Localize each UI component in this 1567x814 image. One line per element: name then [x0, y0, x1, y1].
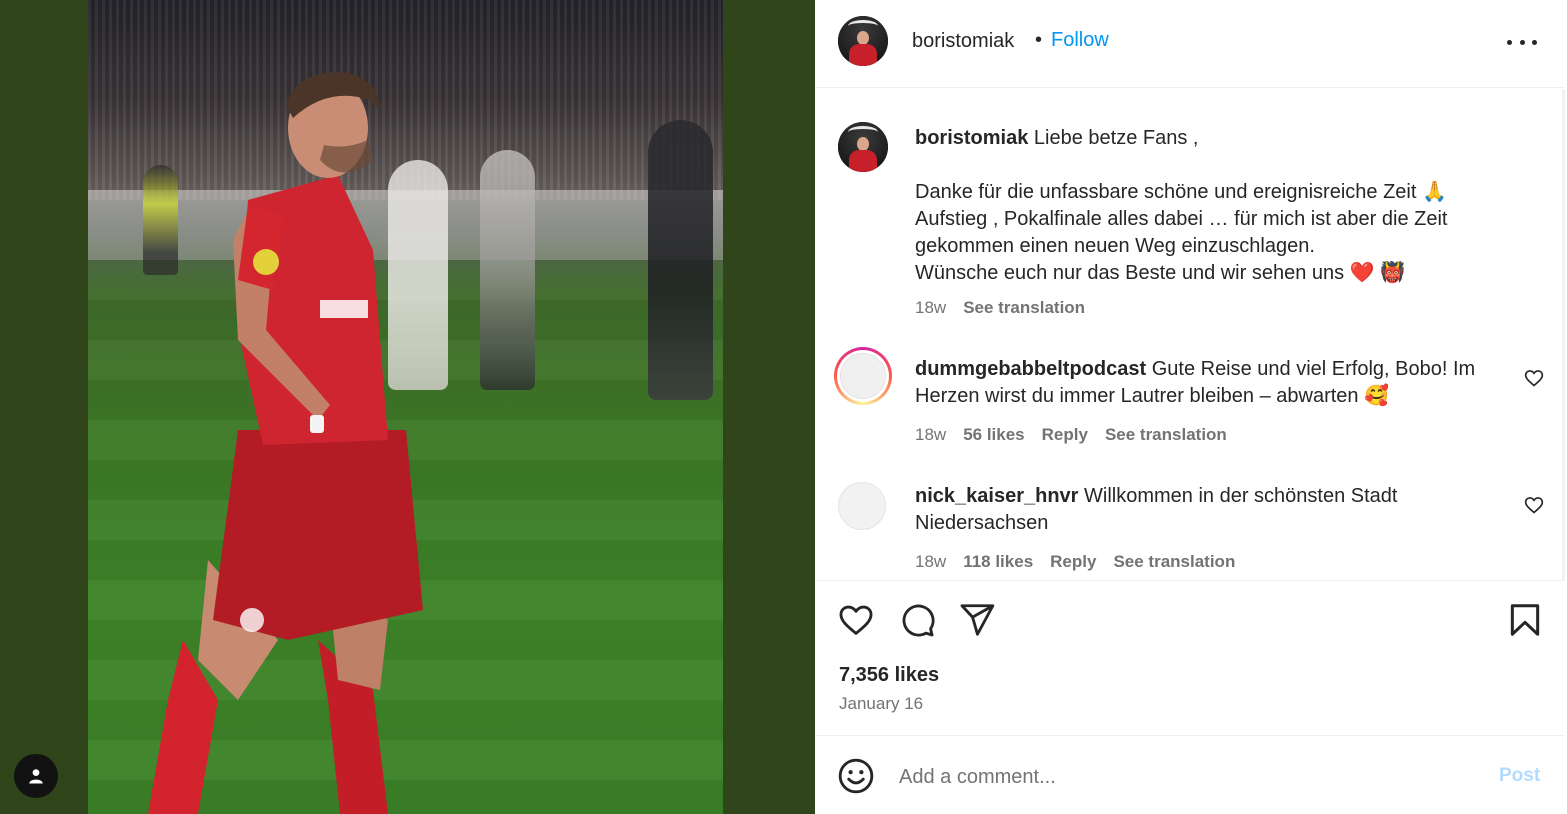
- more-options-icon[interactable]: [1507, 28, 1537, 56]
- share-send-icon[interactable]: [958, 601, 996, 639]
- comment-text-line-2: Herzen wirst du immer Lautrer bleiben – …: [915, 385, 1389, 407]
- caption-username[interactable]: boristomiak: [915, 127, 1028, 149]
- save-bookmark-icon[interactable]: [1506, 601, 1544, 639]
- emoji-smiley-icon[interactable]: [837, 757, 875, 795]
- comment-time[interactable]: 18w: [915, 552, 946, 572]
- comment-see-translation[interactable]: See translation: [1105, 425, 1227, 445]
- caption-line-3: Aufstieg , Pokalfinale alles dabei … für…: [915, 208, 1448, 230]
- post-actions: [815, 580, 1565, 736]
- comment-text-line-1: Gute Reise und viel Erfolg, Bobo! Im: [1151, 358, 1476, 380]
- media-pane: [0, 0, 815, 814]
- caption-meta: 18w See translation: [915, 298, 1085, 318]
- main-player-figure: [148, 71, 423, 814]
- caption-time[interactable]: 18w: [915, 298, 946, 318]
- author-avatar[interactable]: [838, 16, 888, 66]
- follow-button[interactable]: Follow: [1051, 29, 1109, 52]
- comment-meta: 18w 118 likes Reply See translation: [915, 552, 1235, 572]
- comment-reply-button[interactable]: Reply: [1042, 425, 1088, 445]
- author-username[interactable]: boristomiak: [912, 30, 1014, 53]
- comment-time[interactable]: 18w: [915, 425, 946, 445]
- caption-line-5: Wünsche euch nur das Beste und wir sehen…: [915, 262, 1406, 284]
- comment-input[interactable]: [899, 763, 1459, 791]
- comment-bubble-icon[interactable]: [898, 601, 936, 639]
- post-header: boristomiak • Follow: [815, 0, 1565, 88]
- comment-username[interactable]: dummgebabbeltpodcast: [915, 358, 1146, 380]
- caption-author-avatar[interactable]: [838, 122, 888, 172]
- comment-reply-button[interactable]: Reply: [1050, 552, 1096, 572]
- post-photo[interactable]: [88, 0, 723, 814]
- tagged-user-button[interactable]: [14, 754, 58, 798]
- comment-text: nick_kaiser_hnvr Willkommen in der schön…: [915, 483, 1495, 537]
- comment-username[interactable]: nick_kaiser_hnvr: [915, 485, 1078, 507]
- caption-line-2: Danke für die unfassbare schöne und erei…: [915, 181, 1447, 203]
- caption-line-1: Liebe betze Fans ,: [1033, 127, 1199, 149]
- like-comment-heart-icon[interactable]: [1524, 495, 1544, 515]
- commenter-avatar[interactable]: [838, 482, 886, 530]
- caption-text: boristomiak Liebe betze Fans , Danke für…: [915, 125, 1495, 287]
- post-comment-button[interactable]: Post: [1499, 765, 1540, 787]
- comment-text-line-2: Niedersachsen: [915, 512, 1049, 534]
- comment-likes[interactable]: 118 likes: [963, 552, 1033, 572]
- comment-see-translation[interactable]: See translation: [1113, 552, 1235, 572]
- add-comment-bar: Post: [815, 737, 1565, 814]
- caption-line-4: gekommen einen neuen Weg einzuschlagen.: [915, 235, 1315, 257]
- post-details-panel: boristomiak • Follow boristomiak Liebe b…: [815, 0, 1567, 814]
- like-heart-icon[interactable]: [837, 601, 875, 639]
- like-comment-heart-icon[interactable]: [1524, 368, 1544, 388]
- comment-text-line-1: Willkommen in der schönsten Stadt: [1084, 485, 1398, 507]
- header-separator: •: [1035, 29, 1043, 51]
- post-date[interactable]: January 16: [839, 694, 923, 714]
- comment-text: dummgebabbeltpodcast Gute Reise und viel…: [915, 356, 1495, 410]
- user-tag-icon: [29, 769, 43, 784]
- comment-meta: 18w 56 likes Reply See translation: [915, 425, 1227, 445]
- caption-see-translation[interactable]: See translation: [963, 298, 1085, 318]
- post-likes-count[interactable]: 7,356 likes: [839, 664, 939, 687]
- comment-likes[interactable]: 56 likes: [963, 425, 1024, 445]
- commenter-avatar-story-ring[interactable]: [834, 347, 892, 405]
- comments-section[interactable]: boristomiak Liebe betze Fans , Danke für…: [815, 89, 1565, 580]
